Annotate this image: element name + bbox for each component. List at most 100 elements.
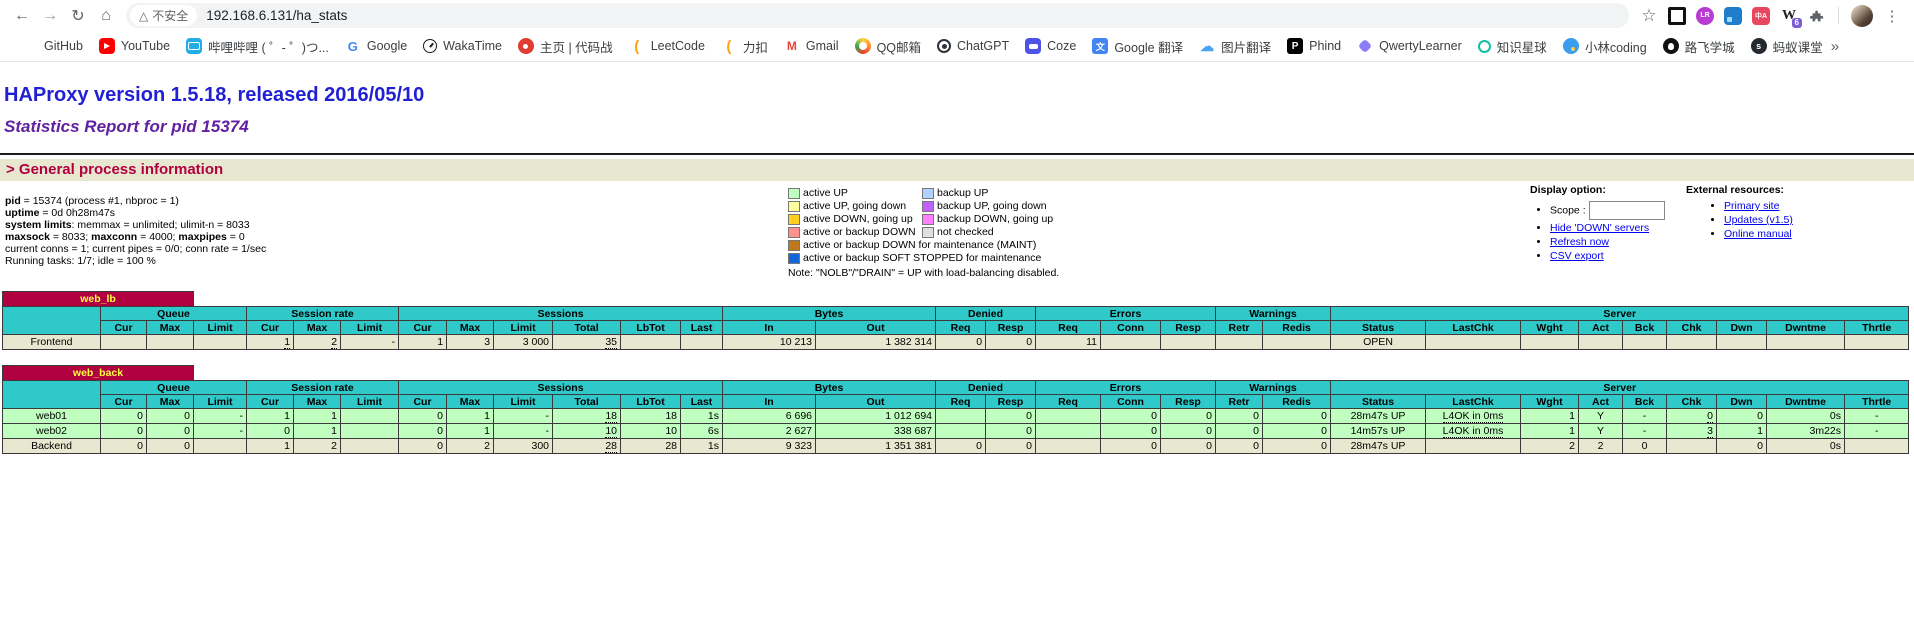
- display-option-link-0[interactable]: Hide 'DOWN' servers: [1550, 222, 1649, 234]
- bookmark-imgtrans[interactable]: 图片翻译: [1191, 34, 1279, 59]
- youtube-favicon: [99, 38, 115, 54]
- process-info-block: pid = 15374 (process #1, nbproc = 1)upti…: [5, 195, 266, 267]
- display-option-link-1[interactable]: Refresh now: [1550, 236, 1609, 248]
- cell: 0: [1101, 424, 1161, 439]
- extension-frame-icon[interactable]: [1668, 7, 1686, 25]
- forward-icon[interactable]: →: [36, 3, 64, 29]
- column-header: Max: [447, 395, 494, 409]
- bookmark-wakatime[interactable]: WakaTime: [415, 34, 510, 59]
- bookmark-bilibili[interactable]: 哔哩哔哩 ( ゜- ゜)つ...: [178, 34, 337, 59]
- column-header: Dwntme: [1767, 395, 1845, 409]
- external-resource-link-1[interactable]: Updates (v1.5): [1724, 214, 1793, 226]
- bookmark-qwerty[interactable]: QwertyLearner: [1349, 34, 1470, 59]
- bookmark-youtube[interactable]: YouTube: [91, 34, 178, 59]
- cell: 1: [294, 409, 341, 424]
- sub-header-row: CurMaxLimitCurMaxLimitCurMaxLimitTotalLb…: [3, 395, 1909, 409]
- tooltip-value: 1: [284, 336, 290, 349]
- cell: 0: [936, 335, 986, 350]
- bookmark-gtrans[interactable]: 文Google 翻译: [1084, 34, 1191, 59]
- external-resource-link-2[interactable]: Online manual: [1724, 228, 1792, 240]
- cell: 2: [294, 439, 341, 454]
- cell: 2: [1521, 439, 1579, 454]
- address-bar[interactable]: △ 不安全 192.168.6.131/ha_stats: [126, 3, 1629, 28]
- cell: [936, 409, 986, 424]
- profile-avatar[interactable]: [1851, 5, 1873, 27]
- cell: [1667, 335, 1717, 350]
- column-header: Max: [294, 321, 341, 335]
- cell: 1: [1521, 424, 1579, 439]
- scope-input[interactable]: [1589, 201, 1665, 220]
- menu-kebab-icon[interactable]: ⋮: [1878, 3, 1906, 29]
- external-resources-panel: External resources: Primary siteUpdates …: [1686, 184, 1876, 242]
- back-icon[interactable]: ←: [8, 3, 36, 29]
- coze-favicon: [1025, 38, 1041, 54]
- cell: -: [194, 409, 247, 424]
- group-header: Session rate: [247, 307, 399, 321]
- bookmark-mayi[interactable]: s蚂蚁课堂: [1743, 34, 1831, 59]
- column-header: Limit: [194, 321, 247, 335]
- cell: 0: [1667, 409, 1717, 424]
- legend-swatch: [788, 227, 800, 238]
- gtrans-favicon: 文: [1092, 38, 1108, 54]
- bookmark-xiaolin[interactable]: 小林coding: [1555, 34, 1655, 59]
- column-header: Retr: [1216, 321, 1263, 335]
- haproxy-version-link[interactable]: HAProxy version 1.5.18, released 2016/05…: [4, 84, 424, 107]
- cell: 1 382 314: [816, 335, 936, 350]
- chatgpt-favicon: [937, 39, 951, 53]
- bookmarks-overflow-chevron[interactable]: »: [1831, 38, 1839, 55]
- column-header: Act: [1579, 321, 1623, 335]
- bookmark-gmail[interactable]: Gmail: [776, 34, 847, 59]
- bookmark-likou[interactable]: 力扣: [713, 34, 776, 59]
- extension-translate-icon[interactable]: 中A: [1752, 7, 1770, 25]
- bookmark-coze[interactable]: Coze: [1017, 34, 1084, 59]
- external-resource-link-0[interactable]: Primary site: [1724, 200, 1779, 212]
- bookmark-label: Phind: [1309, 39, 1341, 53]
- bookmark-codewar[interactable]: 主页 | 代码战: [510, 34, 621, 59]
- extensions-puzzle-icon[interactable]: [1808, 7, 1826, 25]
- security-chip[interactable]: △ 不安全: [130, 5, 197, 26]
- extension-w-icon[interactable]: W 6: [1780, 7, 1798, 25]
- bookmark-phind[interactable]: PPhind: [1279, 34, 1349, 59]
- column-header: Limit: [494, 395, 553, 409]
- column-header: LbTot: [621, 395, 681, 409]
- bookmark-luffy[interactable]: 路飞学城: [1655, 34, 1743, 59]
- bookmark-zsxq[interactable]: 知识星球: [1470, 34, 1555, 59]
- codewar-favicon: [518, 38, 534, 54]
- cell: 28: [621, 439, 681, 454]
- cell: -: [1845, 409, 1909, 424]
- bookmark-google[interactable]: Google: [337, 34, 415, 59]
- cell: 1 012 694: [816, 409, 936, 424]
- reload-icon[interactable]: ↻: [64, 3, 92, 29]
- display-option-link-2[interactable]: CSV export: [1550, 250, 1604, 262]
- process-info-line: system limits: memmax = unlimited; ulimi…: [5, 219, 266, 231]
- cell: 1: [447, 409, 494, 424]
- bookmark-qqmail[interactable]: QQ邮箱: [847, 34, 929, 59]
- bookmark-github[interactable]: GitHub: [14, 34, 91, 59]
- process-info-line: current conns = 1; current pipes = 0/0; …: [5, 243, 266, 255]
- cell: OPEN: [1331, 335, 1426, 350]
- likou-favicon: [721, 38, 737, 54]
- cell: 28: [553, 439, 621, 454]
- extension-blue-app-icon[interactable]: [1724, 7, 1742, 25]
- cell: -: [1845, 424, 1909, 439]
- legend-label: active UP, going down: [803, 200, 919, 212]
- extension-lr-icon[interactable]: LR: [1696, 7, 1714, 25]
- row-label: Frontend: [3, 335, 101, 350]
- column-header: Req: [936, 321, 986, 335]
- title-row-spacer: [194, 366, 1909, 381]
- bookmark-label: 蚂蚁课堂: [1773, 37, 1823, 56]
- bookmark-chatgpt[interactable]: ChatGPT: [929, 34, 1017, 59]
- cell: 2 627: [723, 424, 816, 439]
- cell: 1: [247, 409, 294, 424]
- column-header: Limit: [494, 321, 553, 335]
- cell: 18: [621, 409, 681, 424]
- bookmarks-bar: GitHubYouTube哔哩哔哩 ( ゜- ゜)つ...GoogleWakaT…: [0, 31, 1914, 62]
- external-resource-item: Primary site: [1724, 200, 1876, 212]
- cell: Y: [1579, 409, 1623, 424]
- column-header: Thrtle: [1845, 321, 1909, 335]
- bookmark-star-icon[interactable]: ☆: [1635, 3, 1663, 29]
- bookmark-leetcode[interactable]: LeetCode: [621, 34, 713, 59]
- external-resource-item: Updates (v1.5): [1724, 214, 1876, 226]
- home-icon[interactable]: ⌂: [92, 3, 120, 29]
- cell: [1521, 335, 1579, 350]
